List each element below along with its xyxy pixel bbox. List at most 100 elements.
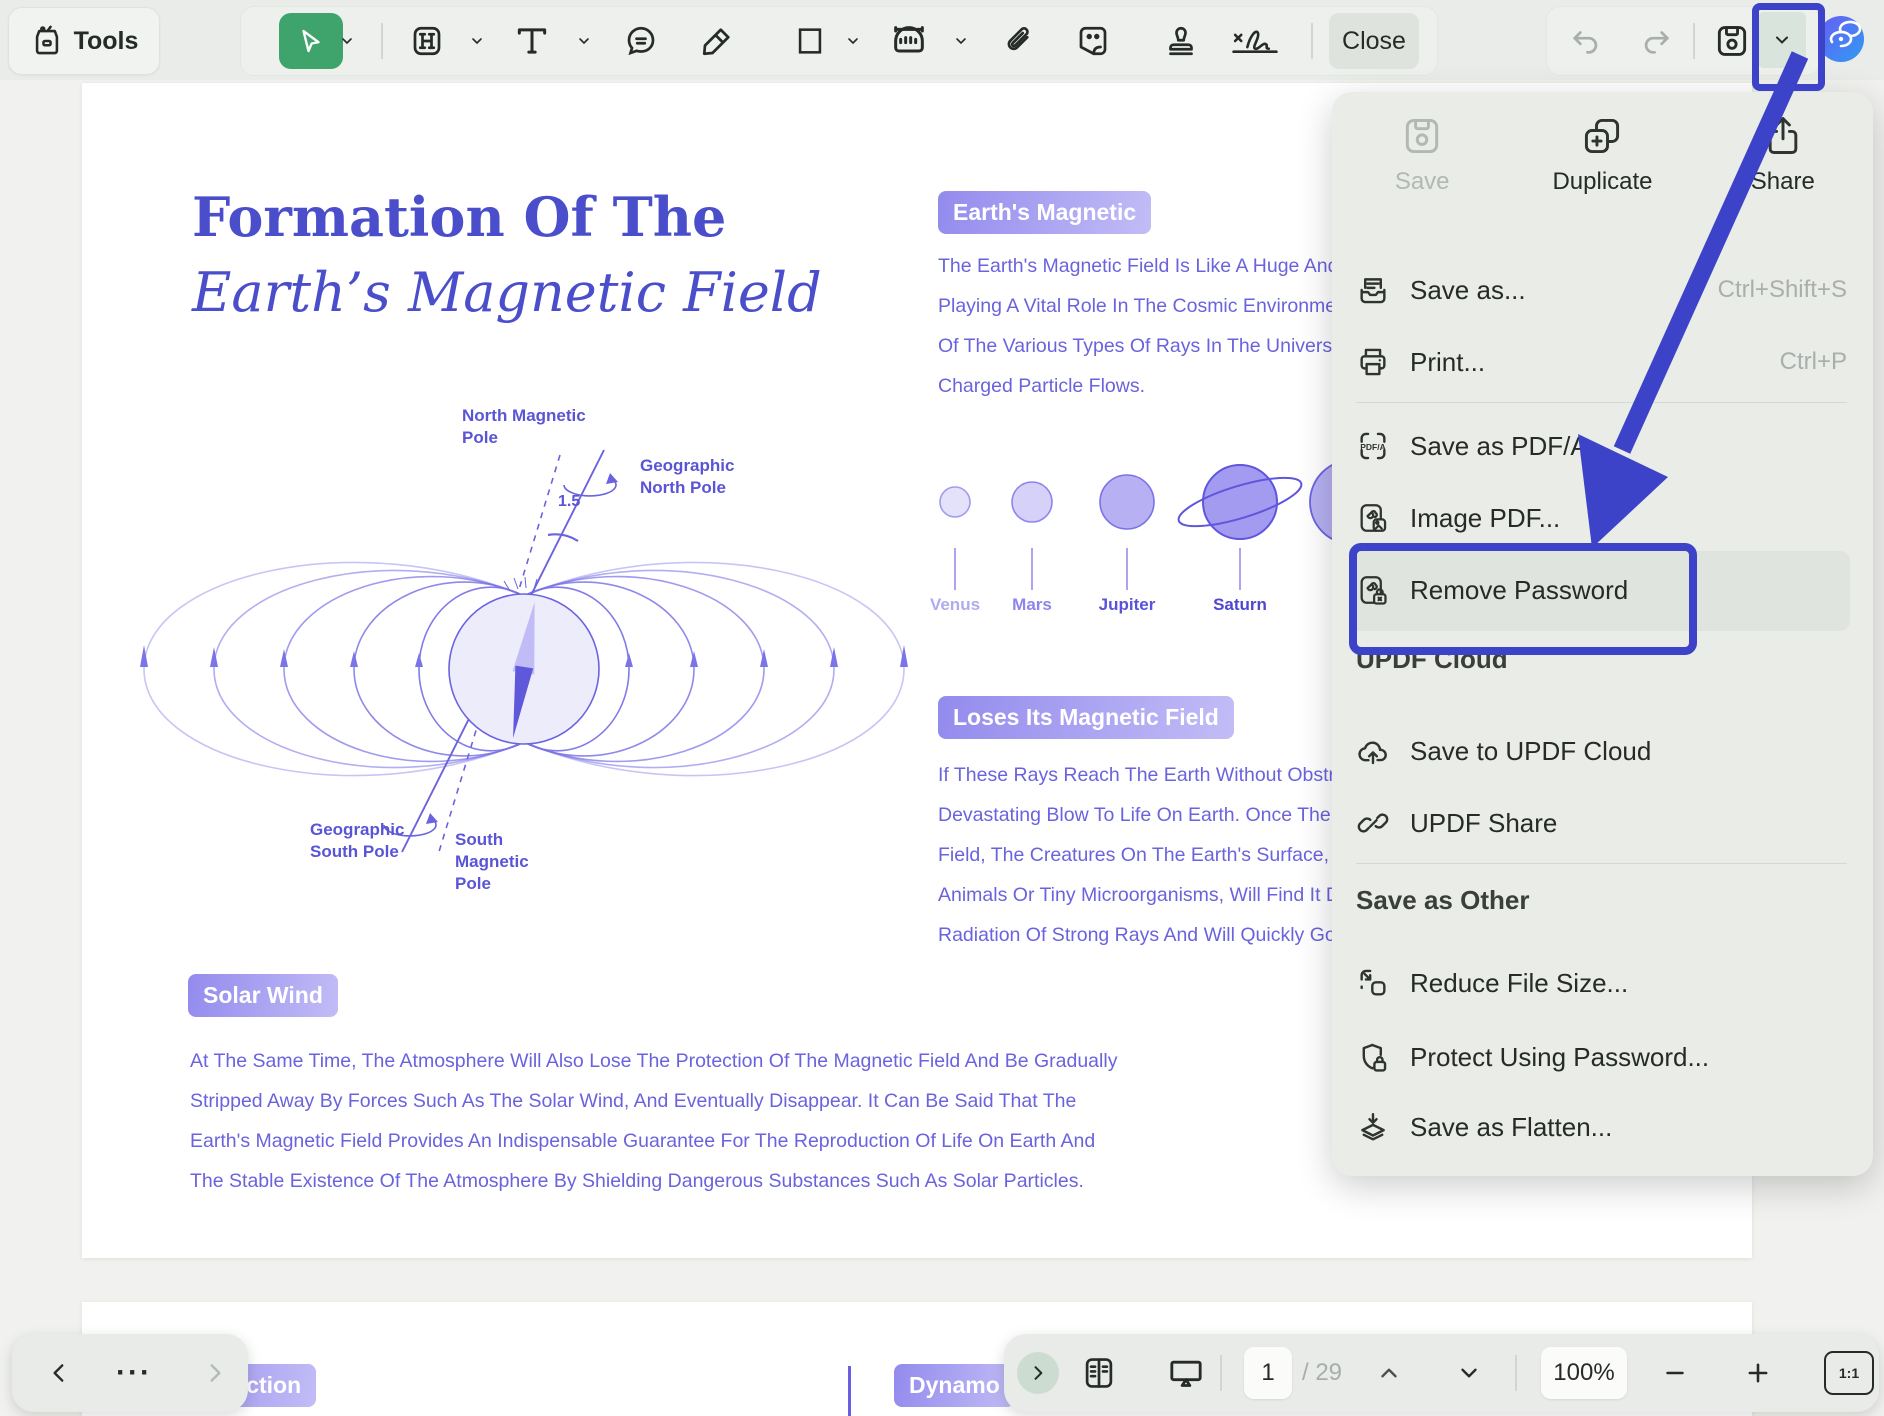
toolbar-divider: [1311, 23, 1313, 59]
label-angle: 1.5: [558, 491, 580, 513]
menu-top-actions: Save Duplicate Share: [1332, 114, 1873, 196]
attachment-tool-button[interactable]: [1001, 23, 1037, 59]
bar-divider: [1515, 1355, 1517, 1391]
shortcut-print: Ctrl+P: [1780, 348, 1847, 376]
reading-mode-button[interactable]: [1080, 1354, 1118, 1392]
title-line-2: Earth’s Magnetic Field: [192, 255, 822, 331]
zoom-in-button[interactable]: [1744, 1359, 1772, 1387]
pdfa-icon: PDF/A: [1356, 429, 1390, 463]
menu-item-save-to-updf-cloud[interactable]: Save to UPDF Cloud: [1356, 715, 1847, 787]
page-total-label: / 29: [1302, 1359, 1342, 1387]
menu-item-reduce-file-size[interactable]: Reduce File Size...: [1356, 947, 1847, 1019]
tools-label: Tools: [74, 27, 139, 56]
dynamo-badge: Dynamo: [894, 1364, 1015, 1407]
save-options-menu: Save Duplicate Share Save as... Ctrl+Shi…: [1332, 92, 1873, 1176]
menu-item-save-as-flatten[interactable]: Save as Flatten...: [1356, 1091, 1847, 1163]
svg-text:PDF/A: PDF/A: [1360, 442, 1386, 452]
heading-chevron-icon[interactable]: [469, 33, 485, 49]
menu-item-protect-password[interactable]: Protect Using Password...: [1356, 1021, 1847, 1093]
prev-page-button[interactable]: [46, 1360, 72, 1386]
signature-tool-button[interactable]: [1229, 21, 1281, 61]
next-page-button[interactable]: [202, 1360, 228, 1386]
select-tool-chevron-icon[interactable]: [339, 33, 355, 49]
expand-bar-button[interactable]: [1017, 1352, 1059, 1394]
label-geographic-north-pole: Geographic North Pole: [640, 455, 755, 499]
actual-size-button[interactable]: 1:1: [1824, 1351, 1874, 1395]
loses-magnetic-badge: Loses Its Magnetic Field: [938, 696, 1234, 739]
shape-tool-button[interactable]: [793, 24, 827, 58]
zoom-level-input[interactable]: 100%: [1541, 1347, 1627, 1399]
menu-duplicate-action[interactable]: Duplicate: [1512, 114, 1692, 196]
print-icon: [1356, 345, 1390, 379]
toolbar-divider: [381, 23, 383, 59]
shortcut-save-as: Ctrl+Shift+S: [1718, 276, 1847, 304]
menu-item-updf-share[interactable]: UPDF Share: [1356, 787, 1847, 859]
previous-page-chevron-button[interactable]: [1376, 1360, 1402, 1386]
stamp-tool-button[interactable]: [1163, 23, 1199, 59]
paragraph-1: The Earth's Magnetic Field Is Like A Hug…: [938, 246, 1338, 406]
editing-tool-group: Close: [240, 6, 1438, 76]
planet-label-saturn: Saturn: [1213, 595, 1267, 615]
text-chevron-icon[interactable]: [576, 33, 592, 49]
top-toolbar: Tools: [0, 0, 1884, 80]
page-number-input[interactable]: 1: [1244, 1347, 1292, 1399]
next-page-chevron-button[interactable]: [1456, 1360, 1482, 1386]
sticker-tool-button[interactable]: [1075, 23, 1111, 59]
floppy-icon: [1400, 114, 1444, 158]
page2-divider: [848, 1366, 851, 1416]
menu-item-print[interactable]: Print... Ctrl+P: [1356, 326, 1847, 398]
menu-share-action[interactable]: Share: [1693, 114, 1873, 196]
menu-item-save-as-pdfa[interactable]: PDF/A Save as PDF/A...: [1356, 410, 1847, 482]
menu-section-save-as-other: Save as Other: [1356, 885, 1529, 916]
paragraph-3: At The Same Time, The Atmosphere Will Al…: [190, 1041, 1250, 1201]
save-button[interactable]: [1713, 22, 1751, 60]
menu-section-updf-cloud: UPDF Cloud: [1356, 644, 1508, 675]
label-north-magnetic-pole: North Magnetic Pole: [462, 405, 592, 449]
flatten-icon: [1356, 1110, 1390, 1144]
cloud-upload-icon: [1356, 734, 1390, 768]
planet-label-venus: Venus: [930, 595, 980, 615]
more-options-button[interactable]: ···: [116, 1356, 152, 1390]
menu-separator: [1356, 402, 1847, 403]
planet-label-mars: Mars: [1012, 595, 1052, 615]
menu-separator: [1356, 863, 1847, 864]
image-pdf-icon: [1356, 501, 1390, 535]
pencil-tool-button[interactable]: [699, 23, 735, 59]
comment-tool-button[interactable]: [623, 23, 659, 59]
planet-label-jupiter: Jupiter: [1099, 595, 1156, 615]
menu-item-remove-password[interactable]: Remove Password: [1356, 554, 1847, 626]
measure-tool-button[interactable]: [889, 21, 929, 61]
link-icon: [1356, 806, 1390, 840]
save-options-chevron-button[interactable]: [1758, 12, 1806, 68]
title-line-1: Formation Of The: [192, 179, 822, 255]
save-as-icon: [1356, 273, 1390, 307]
text-tool-button[interactable]: [513, 22, 551, 60]
duplicate-icon: [1580, 114, 1624, 158]
earths-magnetic-badge: Earth's Magnetic: [938, 191, 1151, 234]
select-tool-button[interactable]: [279, 13, 343, 69]
undo-button[interactable]: [1569, 24, 1603, 58]
bar-divider: [1220, 1355, 1222, 1391]
label-geographic-south-pole: Geographic South Pole: [310, 819, 425, 863]
page-nav-pill: ···: [12, 1334, 248, 1412]
presentation-mode-button[interactable]: [1166, 1353, 1206, 1393]
menu-item-image-pdf[interactable]: Image PDF...: [1356, 482, 1847, 554]
shape-chevron-icon[interactable]: [845, 33, 861, 49]
solar-wind-badge: Solar Wind: [188, 974, 338, 1017]
tools-button[interactable]: Tools: [8, 7, 160, 75]
updf-ai-button[interactable]: [1817, 15, 1865, 63]
remove-password-icon: [1356, 573, 1390, 607]
measure-chevron-icon[interactable]: [953, 33, 969, 49]
menu-save-action[interactable]: Save: [1332, 114, 1512, 196]
zoom-out-button[interactable]: [1662, 1360, 1688, 1386]
menu-item-save-as[interactable]: Save as... Ctrl+Shift+S: [1356, 254, 1847, 326]
redo-button[interactable]: [1639, 24, 1673, 58]
paragraph-2: If These Rays Reach The Earth Without Ob…: [938, 755, 1338, 955]
heading-tool-button[interactable]: [409, 23, 445, 59]
reduce-size-icon: [1356, 966, 1390, 1000]
shield-lock-icon: [1356, 1040, 1390, 1074]
share-icon: [1761, 114, 1805, 158]
close-button[interactable]: Close: [1329, 13, 1419, 69]
toolbox-icon: [30, 24, 64, 58]
label-south-magnetic-pole: South Magnetic Pole: [455, 829, 540, 895]
